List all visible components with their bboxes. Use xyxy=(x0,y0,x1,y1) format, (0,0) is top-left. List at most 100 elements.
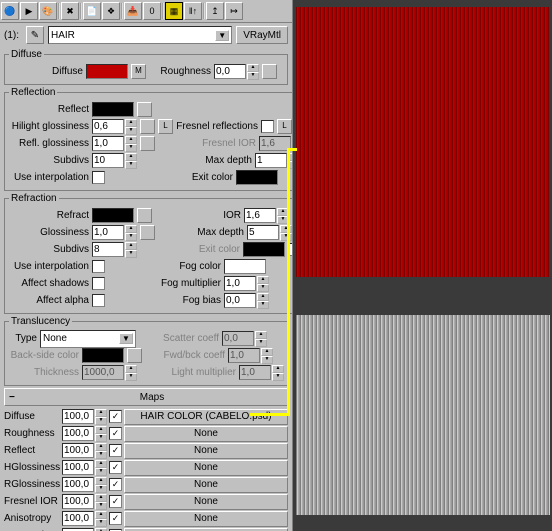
roughness-input[interactable] xyxy=(214,64,246,79)
hilight-gloss-input[interactable] xyxy=(92,119,124,134)
rollup-minus-icon: − xyxy=(9,392,21,403)
affect-shadows-label: Affect shadows xyxy=(9,278,89,289)
refl-exitcolor-label: Exit color xyxy=(151,172,233,183)
map-slot-button[interactable]: None xyxy=(124,494,288,510)
put-to-lib-icon[interactable]: 📥 xyxy=(124,2,142,20)
map-amount-input[interactable] xyxy=(62,460,94,475)
translucency-group: Translucency Type None ▼ Scatter coeff ▲… xyxy=(4,316,289,386)
map-amount-input[interactable] xyxy=(62,409,94,424)
map-amount-spinner[interactable]: ▲▼ xyxy=(62,528,107,531)
fresnel-lock-button[interactable]: L xyxy=(277,119,292,134)
map-label: Roughness xyxy=(4,428,60,439)
refr-interp-checkbox[interactable] xyxy=(92,260,105,273)
material-name-dropdown[interactable]: HAIR ▼ xyxy=(48,26,232,44)
go-to-parent-icon[interactable]: ↥ xyxy=(206,2,224,20)
map-slot-button[interactable]: None xyxy=(124,460,288,476)
map-amount-spinner[interactable]: ▲▼ xyxy=(62,443,107,459)
map-amount-spinner[interactable]: ▲▼ xyxy=(62,511,107,527)
map-label: Reflect xyxy=(4,445,60,456)
refl-gloss-input[interactable] xyxy=(92,136,124,151)
reflect-map-button[interactable] xyxy=(137,102,152,117)
refl-interp-checkbox[interactable] xyxy=(92,171,105,184)
map-amount-spinner[interactable]: ▲▼ xyxy=(62,426,107,442)
backcolor-map-button[interactable] xyxy=(127,348,142,363)
show-end-result-icon[interactable]: ‖↑ xyxy=(184,2,202,20)
make-unique-icon[interactable]: ❖ xyxy=(102,2,120,20)
map-amount-spinner[interactable]: ▲▼ xyxy=(62,409,107,425)
map-slot-button[interactable]: None xyxy=(124,443,288,459)
roughness-map-button[interactable] xyxy=(262,64,277,79)
map-on-checkbox[interactable]: ✓ xyxy=(109,461,122,474)
hilight-gloss-map-button[interactable] xyxy=(140,119,155,134)
reset-icon[interactable]: ✖ xyxy=(61,2,79,20)
map-amount-input[interactable] xyxy=(62,494,94,509)
slot-label: (1): xyxy=(4,30,22,41)
refr-subdivs-input[interactable] xyxy=(92,242,124,257)
fog-bias-input[interactable] xyxy=(224,293,256,308)
get-material-icon[interactable]: 🔵 xyxy=(1,2,19,20)
maps-rollup-header[interactable]: − Maps xyxy=(4,388,288,406)
pick-material-icon[interactable]: ✎ xyxy=(26,26,44,44)
spinner-up-icon[interactable]: ▲ xyxy=(247,64,259,72)
map-on-checkbox[interactable]: ✓ xyxy=(109,512,122,525)
refr-gloss-input[interactable] xyxy=(92,225,124,240)
affect-alpha-checkbox[interactable] xyxy=(92,294,105,307)
diffuse-group: Diffuse Diffuse M Roughness ▲▼ xyxy=(4,49,288,85)
map-on-checkbox[interactable]: ✓ xyxy=(109,495,122,508)
put-to-scene-icon[interactable]: ▶ xyxy=(20,2,38,20)
refr-maxdepth-input[interactable] xyxy=(247,225,279,240)
map-slot-button[interactable]: None xyxy=(124,528,288,531)
dropdown-arrow-icon[interactable]: ▼ xyxy=(215,30,229,41)
map-amount-spinner[interactable]: ▲▼ xyxy=(62,477,107,493)
backcolor-swatch[interactable] xyxy=(82,348,124,363)
refr-ior-input[interactable] xyxy=(244,208,276,223)
show-map-icon[interactable]: ▦ xyxy=(165,2,183,20)
lock-button[interactable]: L xyxy=(158,119,173,134)
fog-bias-label: Fog bias xyxy=(151,295,221,306)
map-slot-button[interactable]: None xyxy=(124,426,288,442)
map-slot-button[interactable]: HAIR COLOR (CABELO.psd) xyxy=(124,409,288,425)
map-on-checkbox[interactable]: ✓ xyxy=(109,444,122,457)
copy-icon[interactable]: 📄 xyxy=(83,2,101,20)
preview-area xyxy=(293,0,552,531)
map-slot-button[interactable]: None xyxy=(124,511,288,527)
refl-gloss-map-button[interactable] xyxy=(140,136,155,151)
diffuse-map-button[interactable]: M xyxy=(131,64,146,79)
map-amount-input[interactable] xyxy=(62,477,94,492)
go-forward-icon[interactable]: ↦ xyxy=(225,2,243,20)
map-on-checkbox[interactable]: ✓ xyxy=(109,478,122,491)
refr-exitcolor-label: Exit color xyxy=(170,244,240,255)
map-amount-spinner[interactable]: ▲▼ xyxy=(62,460,107,476)
fog-color-swatch[interactable] xyxy=(224,259,266,274)
map-amount-input[interactable] xyxy=(62,443,94,458)
map-slot-button[interactable]: None xyxy=(124,477,288,493)
fresnel-checkbox[interactable] xyxy=(261,120,274,133)
map-on-checkbox[interactable]: ✓ xyxy=(109,410,122,423)
map-on-checkbox[interactable]: ✓ xyxy=(109,427,122,440)
spinner-down-icon[interactable]: ▼ xyxy=(247,72,259,80)
refr-exitcolor-swatch[interactable] xyxy=(243,242,285,257)
refl-maxdepth-input[interactable] xyxy=(255,153,287,168)
material-type-button[interactable]: VRayMtl xyxy=(236,26,288,44)
assign-icon[interactable]: 🎨 xyxy=(39,2,57,20)
dropdown-arrow-icon[interactable]: ▼ xyxy=(119,333,133,344)
refract-color-swatch[interactable] xyxy=(92,208,134,223)
refl-exitcolor-swatch[interactable] xyxy=(236,170,278,185)
diffuse-color-swatch[interactable] xyxy=(86,64,128,79)
refl-subdivs-input[interactable] xyxy=(92,153,124,168)
refr-exitcolor-checkbox[interactable] xyxy=(288,243,292,256)
diffuse-label: Diffuse xyxy=(9,66,83,77)
map-amount-input[interactable] xyxy=(62,511,94,526)
transl-type-dropdown[interactable]: None ▼ xyxy=(40,330,136,348)
affect-shadows-checkbox[interactable] xyxy=(92,277,105,290)
mtl-id-icon[interactable]: 0 xyxy=(143,2,161,20)
refr-gloss-map-button[interactable] xyxy=(140,225,155,240)
backcolor-label: Back-side color xyxy=(9,350,79,361)
fog-mult-input[interactable] xyxy=(224,276,256,291)
map-amount-input[interactable] xyxy=(62,426,94,441)
reflect-color-swatch[interactable] xyxy=(92,102,134,117)
refl-subdivs-label: Subdivs xyxy=(9,155,89,166)
roughness-spinner[interactable]: ▲▼ xyxy=(214,64,259,80)
map-amount-spinner[interactable]: ▲▼ xyxy=(62,494,107,510)
refract-map-button[interactable] xyxy=(137,208,152,223)
